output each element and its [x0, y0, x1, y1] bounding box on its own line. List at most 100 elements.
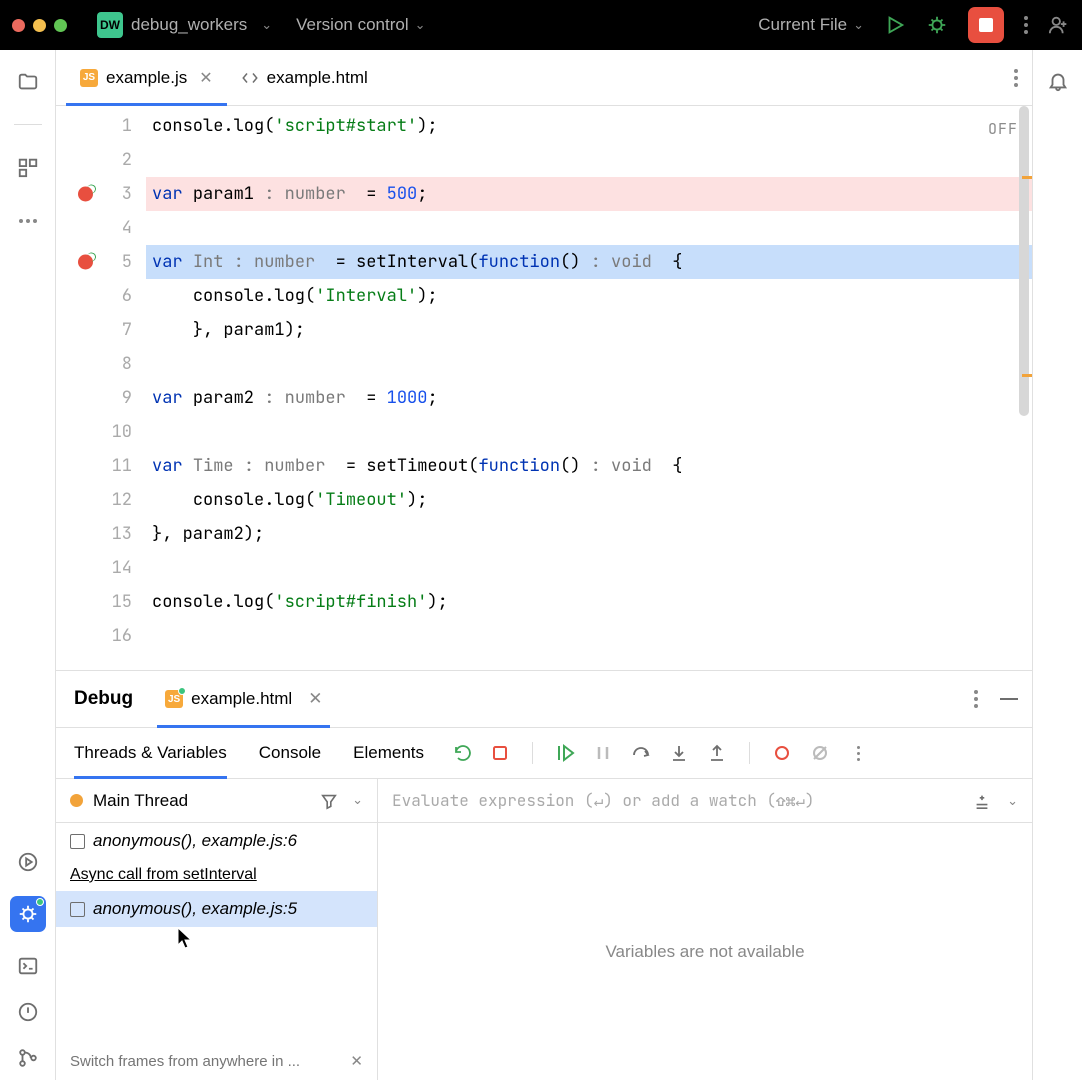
account-icon[interactable]: [1048, 14, 1070, 36]
thread-selector[interactable]: Main Thread ⌄: [56, 779, 377, 823]
git-icon[interactable]: [16, 1046, 40, 1070]
mute-breakpoints-icon[interactable]: [810, 743, 830, 763]
code-line[interactable]: var param2 : number = 1000;: [146, 381, 1032, 415]
close-icon[interactable]: ✕: [350, 1052, 363, 1070]
line-number[interactable]: 3: [56, 177, 132, 211]
step-out-icon[interactable]: [707, 743, 727, 763]
code-line[interactable]: [146, 347, 1032, 381]
js-file-icon: JS: [80, 69, 98, 87]
code-line[interactable]: }, param1);: [146, 313, 1032, 347]
line-number[interactable]: 8: [56, 347, 132, 381]
close-icon[interactable]: ✕: [308, 689, 322, 709]
debug-button[interactable]: [926, 14, 948, 36]
debug-tool-icon[interactable]: [10, 896, 46, 932]
code-line[interactable]: [146, 211, 1032, 245]
code-line[interactable]: console.log('Interval');: [146, 279, 1032, 313]
stack-frame[interactable]: anonymous(), example.js:6: [56, 823, 377, 859]
chevron-down-icon[interactable]: ⌄: [352, 792, 363, 810]
more-actions-icon[interactable]: [1024, 16, 1028, 34]
tip-bar: Switch frames from anywhere in ... ✕: [56, 1042, 377, 1080]
line-number[interactable]: 16: [56, 619, 132, 653]
vcs-label: Version control: [296, 15, 408, 35]
line-number[interactable]: 7: [56, 313, 132, 347]
debug-actions-more-icon[interactable]: [848, 743, 868, 763]
step-over-icon[interactable]: [631, 743, 651, 763]
tab-label: example.html: [267, 68, 368, 88]
pause-icon[interactable]: [593, 743, 613, 763]
tab-threads-variables[interactable]: Threads & Variables: [74, 728, 227, 778]
breakpoint-icon[interactable]: [78, 255, 93, 270]
chevron-down-icon[interactable]: ⌄: [1007, 793, 1018, 809]
notifications-icon[interactable]: [1047, 70, 1069, 92]
code-line[interactable]: var Time : number = setTimeout(function(…: [146, 449, 1032, 483]
add-watch-icon[interactable]: [973, 792, 991, 810]
tab-example-html[interactable]: example.html: [227, 50, 382, 105]
debug-session-tab[interactable]: JS example.html ✕: [157, 671, 330, 727]
tabs-more-icon[interactable]: [1014, 69, 1018, 87]
line-number[interactable]: 1: [56, 109, 132, 143]
run-tool-icon[interactable]: [16, 850, 40, 874]
zoom-window-icon[interactable]: [54, 19, 67, 32]
code-line[interactable]: var param1 : number = 500;: [146, 177, 1032, 211]
terminal-icon[interactable]: [16, 954, 40, 978]
frame-icon: [70, 834, 85, 849]
gutter[interactable]: 12345678910111213141516: [56, 106, 146, 670]
code-line[interactable]: [146, 415, 1032, 449]
line-number[interactable]: 5: [56, 245, 132, 279]
warning-marker[interactable]: [1022, 374, 1032, 377]
code-line[interactable]: [146, 619, 1032, 653]
code-line[interactable]: console.log('Timeout');: [146, 483, 1032, 517]
code-area[interactable]: OFF console.log('script#start'); var para…: [146, 106, 1032, 670]
stack-frame[interactable]: anonymous(), example.js:5: [56, 891, 377, 927]
code-line[interactable]: console.log('script#start');: [146, 109, 1032, 143]
frame-icon: [70, 902, 85, 917]
line-number[interactable]: 4: [56, 211, 132, 245]
line-number[interactable]: 11: [56, 449, 132, 483]
evaluate-expression-input[interactable]: Evaluate expression (↵) or add a watch (…: [392, 790, 959, 811]
inspection-badge[interactable]: OFF: [988, 112, 1018, 146]
line-number[interactable]: 15: [56, 585, 132, 619]
debug-more-icon[interactable]: [974, 690, 978, 708]
vcs-menu[interactable]: Version control ⌄: [296, 15, 425, 35]
tab-elements[interactable]: Elements: [353, 728, 424, 778]
code-line[interactable]: console.log('script#finish');: [146, 585, 1032, 619]
line-number[interactable]: 2: [56, 143, 132, 177]
minimize-window-icon[interactable]: [33, 19, 46, 32]
warning-marker[interactable]: [1022, 176, 1032, 179]
more-tools-icon[interactable]: [16, 209, 40, 233]
minimize-icon[interactable]: [1000, 698, 1018, 700]
view-breakpoints-icon[interactable]: [772, 743, 792, 763]
stop-icon[interactable]: [490, 743, 510, 763]
line-number[interactable]: 14: [56, 551, 132, 585]
chevron-down-icon: ⌄: [853, 17, 864, 33]
resume-icon[interactable]: [555, 743, 575, 763]
filter-icon[interactable]: [320, 792, 338, 810]
problems-icon[interactable]: [16, 1000, 40, 1024]
run-button[interactable]: [884, 14, 906, 36]
editor[interactable]: 12345678910111213141516 OFF console.log(…: [56, 106, 1032, 670]
close-window-icon[interactable]: [12, 19, 25, 32]
structure-view-icon[interactable]: [16, 155, 40, 179]
code-line[interactable]: var Int : number = setInterval(function(…: [146, 245, 1032, 279]
breakpoint-icon[interactable]: [78, 187, 93, 202]
line-number[interactable]: 6: [56, 279, 132, 313]
project-selector[interactable]: DW debug_workers ⌄: [97, 12, 272, 38]
frame-label: anonymous(), example.js:5: [93, 899, 297, 919]
tab-example-js[interactable]: JS example.js ✕: [66, 50, 227, 105]
project-view-icon[interactable]: [16, 70, 40, 94]
step-into-icon[interactable]: [669, 743, 689, 763]
scrollbar-thumb[interactable]: [1019, 106, 1029, 416]
close-icon[interactable]: ✕: [199, 68, 212, 88]
thread-status-icon: [70, 794, 83, 807]
rerun-icon[interactable]: [452, 743, 472, 763]
run-config-selector[interactable]: Current File ⌄: [758, 15, 864, 35]
code-line[interactable]: }, param2);: [146, 517, 1032, 551]
line-number[interactable]: 13: [56, 517, 132, 551]
stop-button[interactable]: [968, 7, 1004, 43]
line-number[interactable]: 9: [56, 381, 132, 415]
code-line[interactable]: [146, 551, 1032, 585]
line-number[interactable]: 10: [56, 415, 132, 449]
tab-console[interactable]: Console: [259, 728, 321, 778]
code-line[interactable]: [146, 143, 1032, 177]
line-number[interactable]: 12: [56, 483, 132, 517]
